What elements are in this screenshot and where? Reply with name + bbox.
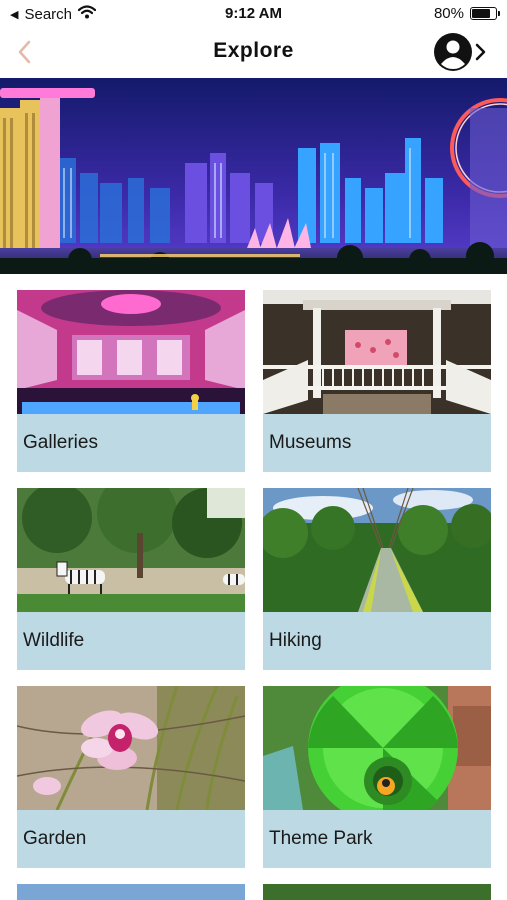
navigation-bar: Explore	[0, 28, 507, 78]
partial-card-image	[17, 884, 245, 900]
category-label: Wildlife	[17, 612, 245, 670]
category-label: Theme Park	[263, 810, 491, 868]
category-label: Museums	[263, 414, 491, 472]
category-card-galleries[interactable]: Galleries	[17, 290, 245, 472]
museums-image	[263, 290, 491, 414]
hero-skyline-image	[0, 78, 507, 274]
category-label: Galleries	[17, 414, 245, 472]
hiking-image	[263, 488, 491, 612]
status-bar: ◀ Search 9:12 AM 80%	[0, 0, 507, 28]
category-card-museums[interactable]: Museums	[263, 290, 491, 472]
user-circle-icon	[434, 33, 472, 71]
profile-button[interactable]	[433, 32, 487, 72]
battery-percent: 80%	[433, 5, 464, 22]
category-card-wildlife[interactable]: Wildlife	[17, 488, 245, 670]
category-label: Garden	[17, 810, 245, 868]
category-label: Hiking	[263, 612, 491, 670]
category-card-partial-left[interactable]	[17, 884, 245, 900]
category-card-hiking[interactable]: Hiking	[263, 488, 491, 670]
partial-card-image	[263, 884, 491, 900]
galleries-image	[17, 290, 245, 414]
wildlife-image	[17, 488, 245, 612]
garden-image	[17, 686, 245, 810]
category-card-theme-park[interactable]: Theme Park	[263, 686, 491, 868]
chevron-right-icon	[475, 43, 486, 61]
category-card-partial-right[interactable]	[263, 884, 491, 900]
status-time: 9:12 AM	[225, 5, 282, 22]
category-card-garden[interactable]: Garden	[17, 686, 245, 868]
theme-park-image	[263, 686, 491, 810]
page-title: Explore	[213, 39, 294, 62]
battery-icon	[470, 7, 500, 20]
